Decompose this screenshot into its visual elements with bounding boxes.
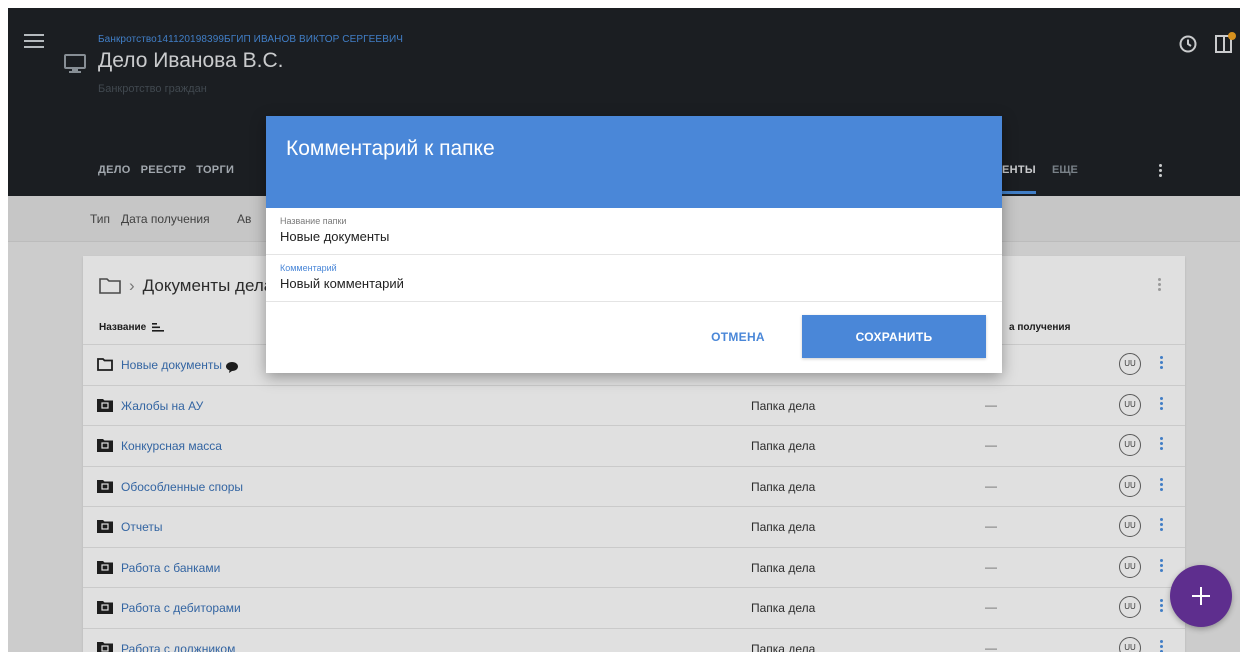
comment-label: Комментарий bbox=[280, 263, 337, 273]
comment-input[interactable] bbox=[280, 276, 980, 291]
comment-field[interactable]: Комментарий bbox=[266, 255, 1002, 302]
app-root: Банкротство141120198399БГИП ИВАНОВ ВИКТО… bbox=[0, 0, 1246, 652]
folder-name-input[interactable] bbox=[280, 229, 980, 244]
cancel-button[interactable]: ОТМЕНА bbox=[686, 321, 790, 353]
dialog-header bbox=[266, 116, 1002, 208]
folder-name-field[interactable]: Название папки bbox=[266, 208, 1002, 255]
comment-dialog: Комментарий к папке Название папки Комме… bbox=[266, 116, 1002, 373]
folder-name-label: Название папки bbox=[280, 216, 347, 226]
dialog-title: Комментарий к папке bbox=[286, 137, 495, 160]
save-button[interactable]: СОХРАНИТЬ bbox=[802, 315, 986, 358]
app-frame: Банкротство141120198399БГИП ИВАНОВ ВИКТО… bbox=[8, 8, 1240, 652]
add-button[interactable] bbox=[1170, 565, 1232, 627]
